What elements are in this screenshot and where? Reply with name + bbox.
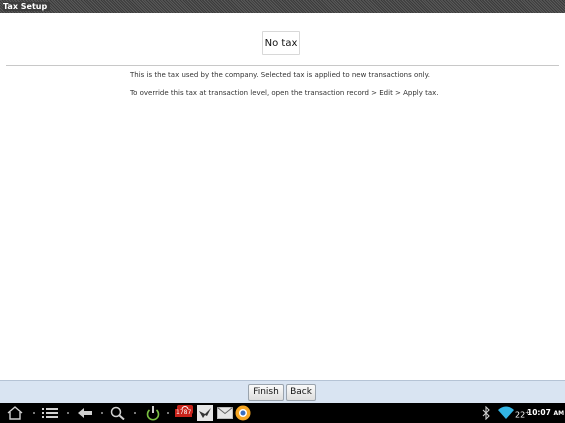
clock[interactable]: 10:07 AM xyxy=(527,403,564,423)
finish-button[interactable]: Finish xyxy=(248,384,284,401)
separator xyxy=(101,412,103,414)
back-button[interactable]: Back xyxy=(286,384,316,401)
clock-ampm: AM xyxy=(553,410,565,417)
separator xyxy=(67,412,69,414)
search-icon[interactable] xyxy=(110,405,126,421)
bird-app-icon[interactable] xyxy=(197,405,213,421)
signal-value: 22 xyxy=(515,410,526,420)
tax-setup-screen: Tax Setup No tax This is the tax used by… xyxy=(0,0,565,423)
notification-count-badge: 1787 xyxy=(175,409,193,417)
separator xyxy=(134,412,136,414)
home-icon[interactable] xyxy=(7,405,23,421)
clock-time: 10:07 xyxy=(527,408,551,417)
system-bar xyxy=(0,403,565,423)
separator xyxy=(167,412,169,414)
mail-icon[interactable] xyxy=(217,405,233,421)
window-title: Tax Setup xyxy=(3,2,51,11)
title-bar: Tax Setup xyxy=(0,0,565,13)
info-text-company-tax: This is the tax used by the company. Sel… xyxy=(130,71,430,79)
bluetooth-icon xyxy=(480,405,492,421)
back-icon[interactable] xyxy=(77,405,93,421)
tax-selector-button[interactable]: No tax xyxy=(262,31,300,55)
wifi-icon xyxy=(498,405,514,421)
action-bar: Finish Back xyxy=(0,380,565,403)
info-text-override: To override this tax at transaction leve… xyxy=(130,89,439,97)
power-icon[interactable] xyxy=(145,405,161,421)
divider xyxy=(6,65,559,66)
separator xyxy=(33,412,35,414)
firefox-icon[interactable] xyxy=(235,405,251,421)
menu-icon[interactable] xyxy=(42,405,58,421)
